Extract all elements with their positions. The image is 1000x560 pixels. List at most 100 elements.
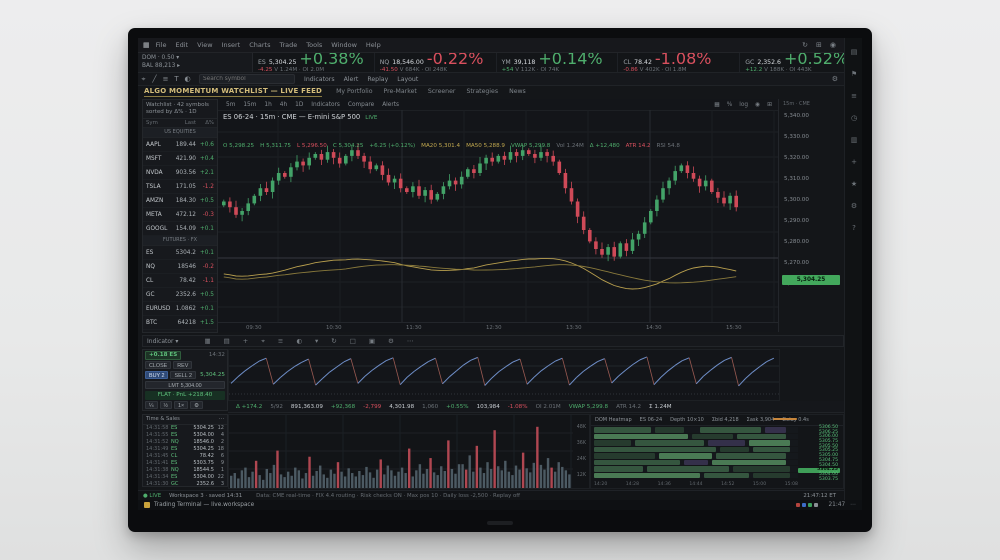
- alerts-icon[interactable]: ⚑: [845, 70, 862, 78]
- buy-button[interactable]: BUY 2: [145, 371, 168, 379]
- cursor-icon[interactable]: ⌖: [138, 75, 149, 84]
- news-icon[interactable]: ≡: [845, 92, 862, 100]
- ticker-group-es[interactable]: ES5,304.25+0.38%-4.25 V 1.24M · OI 2.0M: [253, 53, 375, 72]
- taskbar-app-icon[interactable]: [144, 502, 150, 508]
- account-icon[interactable]: ◉: [830, 41, 836, 49]
- watchlist-row-nvda[interactable]: NVDA903.56+2.1: [143, 166, 217, 180]
- settings-icon[interactable]: ⚙: [845, 202, 862, 210]
- menu-item-tools[interactable]: Tools: [306, 41, 322, 49]
- watchlist-row-gc[interactable]: GC2352.6+0.5: [143, 288, 217, 302]
- watchlist-row-meta[interactable]: META472.12-0.3: [143, 208, 217, 222]
- watchlist-row-aapl[interactable]: AAPL189.44+0.6: [143, 138, 217, 152]
- tape-row[interactable]: 14:31:30GC2352.63: [143, 481, 227, 487]
- clock-icon[interactable]: ◷: [845, 114, 862, 122]
- size-button-⚙[interactable]: ⚙: [190, 401, 203, 409]
- indicator-tool-icon-5[interactable]: ◐: [296, 337, 302, 346]
- watchlist-row-es[interactable]: ES5304.2+0.1: [143, 246, 217, 260]
- quick-order-block[interactable]: DOM · 0.50 ▾ BAL 88,213 ▸: [138, 53, 253, 72]
- tape-row[interactable]: 14:31:58ES5304.2512: [143, 425, 227, 432]
- dom-icon[interactable]: ▥: [845, 136, 862, 144]
- replay-button[interactable]: Replay: [367, 76, 388, 83]
- limit-price-button[interactable]: LMT 5,304.00: [145, 381, 225, 389]
- star-icon[interactable]: ★: [845, 180, 862, 188]
- tape-row[interactable]: 14:31:49ES5304.2518: [143, 446, 227, 453]
- panel-menu-icon[interactable]: ⋯: [219, 415, 224, 424]
- layout-button[interactable]: Layout: [397, 76, 418, 83]
- tray-icon-0[interactable]: [796, 503, 800, 507]
- indicator-tool-icon-1[interactable]: ▤: [224, 337, 230, 346]
- fib-icon[interactable]: ≡: [160, 75, 171, 84]
- tray-overflow-icon[interactable]: ⋯: [850, 502, 856, 508]
- indicator-tool-icon-0[interactable]: ▦: [204, 337, 210, 346]
- tape-row[interactable]: 14:31:41ES5303.759: [143, 460, 227, 467]
- tray-icon-1[interactable]: [802, 503, 806, 507]
- chart-tab-1h[interactable]: 1h: [264, 102, 271, 108]
- ticker-group-nq[interactable]: NQ18,546.00-0.22%-41.50 V 684K · OI 248K: [375, 53, 497, 72]
- watchlist-row-nq[interactable]: NQ18546-0.2: [143, 260, 217, 274]
- tape-row[interactable]: 14:31:55ES5304.004: [143, 432, 227, 439]
- trendline-icon[interactable]: ╱: [149, 75, 160, 84]
- size-button-½[interactable]: ½: [160, 401, 173, 409]
- menu-item-window[interactable]: Window: [331, 41, 357, 49]
- tab-screener[interactable]: Screener: [428, 88, 456, 95]
- menu-item-edit[interactable]: Edit: [176, 41, 189, 49]
- indicator-tool-icon-11[interactable]: ⋯: [407, 337, 414, 346]
- chart-tab-compare[interactable]: Compare: [348, 102, 374, 108]
- indicator-tool-icon-2[interactable]: +: [243, 337, 248, 346]
- tray-icon-2[interactable]: [808, 503, 812, 507]
- chart-tab-alerts[interactable]: Alerts: [382, 102, 399, 108]
- watchlist-row-tsla[interactable]: TSLA171.05-1.2: [143, 180, 217, 194]
- watchlist-row-eurusd[interactable]: EURUSD1.0862+0.1: [143, 302, 217, 316]
- watchlist-row-cl[interactable]: CL78.42-1.1: [143, 274, 217, 288]
- indicator-tool-icon-7[interactable]: ↻: [331, 337, 336, 346]
- grid-icon[interactable]: ▦: [714, 102, 719, 108]
- link-icon[interactable]: ⊞: [816, 41, 822, 49]
- watchlist-icon[interactable]: ▤: [845, 48, 862, 56]
- tab-pre-market[interactable]: Pre-Market: [383, 88, 416, 95]
- indicators-button[interactable]: Indicators: [304, 76, 335, 83]
- ticker-group-cl[interactable]: CL78.42-1.08%-0.86 V 402K · OI 1.8M: [618, 53, 740, 72]
- indicator-tool-icon-3[interactable]: ⌖: [261, 337, 265, 346]
- sell-button[interactable]: SELL 2: [170, 371, 195, 379]
- watchlist-row-googl[interactable]: GOOGL154.09+0.1: [143, 222, 217, 236]
- text-icon[interactable]: T: [171, 75, 182, 84]
- oscillator-chart[interactable]: [228, 349, 780, 401]
- tape-row[interactable]: 14:31:45CL78.426: [143, 453, 227, 460]
- candlestick-chart[interactable]: [218, 110, 778, 322]
- add-icon[interactable]: +: [845, 158, 862, 166]
- marker-icon[interactable]: ◐: [182, 75, 193, 84]
- indicator-tool-icon-4[interactable]: ≡: [278, 337, 283, 346]
- tape-row[interactable]: 14:31:52NQ18546.02: [143, 439, 227, 446]
- indicator-tool-icon-9[interactable]: ▣: [369, 337, 375, 346]
- menu-item-insert[interactable]: Insert: [222, 41, 241, 49]
- gear-icon[interactable]: ⚙: [832, 75, 838, 83]
- alert-button[interactable]: Alert: [344, 76, 359, 83]
- menu-item-charts[interactable]: Charts: [249, 41, 270, 49]
- menu-item-help[interactable]: Help: [366, 41, 381, 49]
- chart-tab-15m[interactable]: 15m: [243, 102, 256, 108]
- chart-tab-1d[interactable]: 1D: [295, 102, 303, 108]
- tab-news[interactable]: News: [509, 88, 526, 95]
- indicator-tool-icon-10[interactable]: ⚙: [388, 337, 394, 346]
- watchlist-row-amzn[interactable]: AMZN184.30+0.5: [143, 194, 217, 208]
- menu-item-view[interactable]: View: [197, 41, 212, 49]
- taskbar-app-label[interactable]: Trading Terminal — live.workspace: [154, 502, 254, 508]
- help-icon[interactable]: ?: [845, 224, 862, 232]
- tape-row[interactable]: 14:31:34ES5304.0022: [143, 474, 227, 481]
- watchlist-row-btc[interactable]: BTC64218+1.5: [143, 316, 217, 330]
- expand-icon[interactable]: ⊞: [767, 102, 772, 108]
- sync-icon[interactable]: ↻: [802, 41, 808, 49]
- volume-chart[interactable]: [229, 415, 573, 488]
- reverse-position-button[interactable]: REV: [173, 361, 192, 369]
- indicator-tool-icon-6[interactable]: ▾: [315, 337, 318, 346]
- snapshot-icon[interactable]: ◉: [755, 102, 760, 108]
- size-button-1×[interactable]: 1×: [174, 401, 188, 409]
- tape-row[interactable]: 14:31:38NQ18544.51: [143, 467, 227, 474]
- indicator-label[interactable]: Indicator ▾: [147, 338, 178, 345]
- tab-strategies[interactable]: Strategies: [466, 88, 498, 95]
- menu-item-trade[interactable]: Trade: [279, 41, 297, 49]
- ladder-price[interactable]: 5303.75: [798, 478, 840, 483]
- price-axis[interactable]: 15m · CME 5,340.005,330.005,320.005,310.…: [778, 99, 845, 332]
- close-position-button[interactable]: CLOSE: [145, 361, 171, 369]
- tab-my-portfolio[interactable]: My Portfolio: [336, 88, 372, 95]
